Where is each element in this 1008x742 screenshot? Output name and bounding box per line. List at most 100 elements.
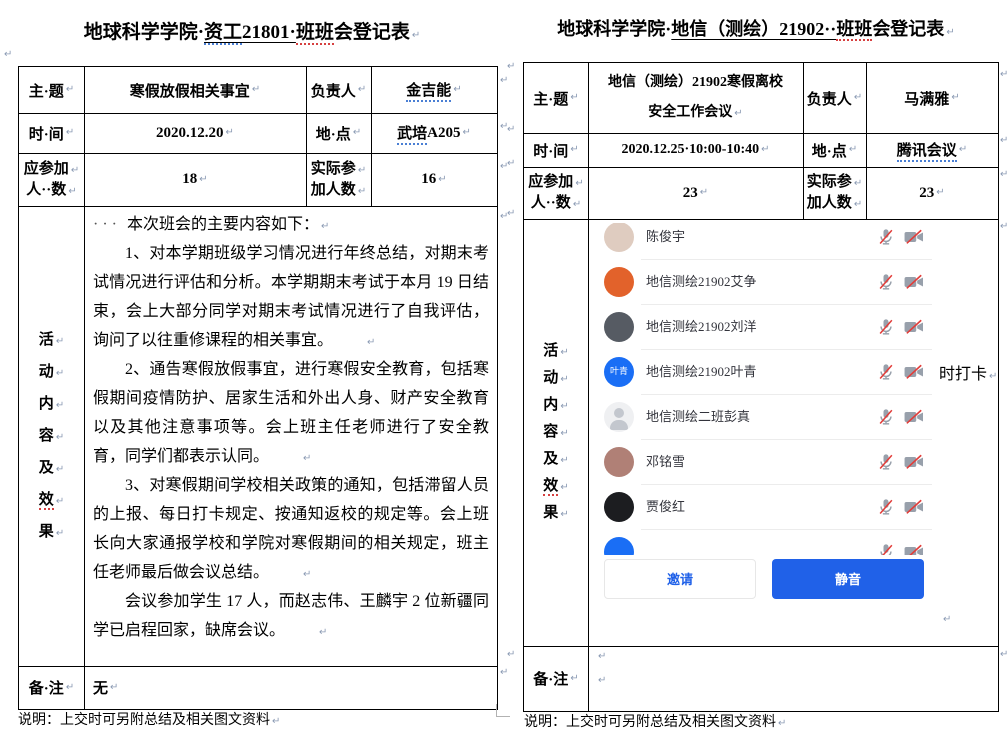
paragraph-mark-icon	[507, 650, 515, 660]
paragraph-mark-icon	[412, 31, 420, 41]
expected-value: 18	[182, 171, 197, 188]
paragraph-mark-icon	[570, 145, 578, 155]
right-footer-note: 说明：上交时可另附总结及相关图文资料	[524, 711, 786, 731]
place-value-part2: A205	[427, 125, 460, 142]
content-paragraph: 3、对寒假期间学校相关政策的通知，包括滞留人员的上报、每日打卡规定、按通知返校的…	[93, 471, 489, 587]
page-margin-corner-mark	[496, 704, 510, 717]
mic-muted-icon	[877, 273, 895, 291]
leader-value: 马满雅	[904, 88, 949, 109]
expected-label-cell: 应参加 人··数	[524, 167, 588, 219]
paragraph-mark-icon	[438, 175, 446, 185]
activity-label-char: 容	[543, 424, 558, 440]
paragraph-mark-icon	[598, 676, 606, 686]
subject-label-cell: 主·题	[19, 67, 84, 113]
paragraph-mark-icon	[56, 497, 64, 507]
time-value: 2020.12.25·10:00-10:40	[621, 142, 759, 158]
camera-off-icon	[903, 273, 925, 291]
content-paragraph: 会议参加学生 17 人，而赵志伟、王麟宇 2 位新疆同学已启程回家，缺席会议。	[93, 587, 489, 645]
end-of-row-mark-icon	[1000, 650, 1008, 660]
paragraph-mark-icon	[353, 128, 361, 138]
participant-row: 邓铭雪	[596, 439, 936, 484]
title-text: 地球科学学院·	[557, 19, 671, 39]
empty-paragraphs	[598, 652, 606, 686]
activity-label-cell: 活 动 内 容 及 效 果	[524, 219, 588, 646]
subject-label: 主·题	[29, 80, 64, 101]
place-label: 地·点	[812, 140, 847, 161]
participant-row: 贾俊红	[596, 484, 936, 529]
camera-off-icon	[903, 363, 925, 381]
camera-off-icon	[903, 228, 925, 246]
paragraph-mark-icon	[761, 145, 769, 155]
end-of-row-mark-icon	[1000, 70, 1008, 80]
paragraph-mark-icon	[226, 128, 234, 138]
avatar	[604, 537, 634, 556]
activity-label-char: 活	[39, 332, 54, 348]
expected-label-cell: 应参加 人··数	[19, 153, 84, 206]
title-spellcheck-word: 班班	[836, 19, 872, 41]
remark-value-cell	[588, 646, 998, 711]
paragraph-mark-icon	[570, 93, 578, 103]
place-label-cell: 地·点	[803, 133, 866, 167]
place-value-cell: 腾讯会议	[866, 133, 998, 167]
remark-label: 备·注	[533, 668, 568, 689]
mic-muted-icon	[877, 543, 895, 556]
participant-name: 地信测绘21902刘洋	[646, 312, 877, 341]
expected-label-line2: 人··数	[26, 182, 66, 198]
leader-label: 负责人	[807, 88, 852, 109]
leader-label-cell: 负责人	[306, 67, 371, 113]
activity-content-cell: ···本次班会的主要内容如下： 1、对本学期班级学习情况进行年终总结，对期末考试…	[84, 206, 497, 666]
paragraph-mark-icon	[358, 187, 366, 197]
camera-off-icon	[903, 408, 925, 426]
time-value: 2020.12.20	[156, 125, 224, 142]
time-label: 时·间	[533, 140, 568, 161]
activity-label-char: 及	[543, 451, 558, 467]
actual-value-cell: 23	[866, 167, 998, 219]
camera-off-icon	[903, 453, 925, 471]
title-text: 地球科学学院·	[84, 22, 204, 43]
actual-value-cell: 16	[371, 153, 497, 206]
place-value-part1: 武培	[397, 122, 427, 145]
paragraph-mark-icon	[560, 483, 568, 493]
subject-value-cell: 寒假放假相关事宜	[84, 67, 306, 113]
paragraph-mark-icon	[358, 166, 366, 176]
subject-label: 主·题	[533, 88, 568, 109]
mic-muted-icon	[877, 228, 895, 246]
actual-label-cell: 实际参 加人数	[803, 167, 866, 219]
title-class-number: 21801·	[242, 22, 296, 43]
actual-label-line2: 加人数	[311, 182, 356, 198]
participant-row: 陈俊宇	[596, 223, 936, 259]
end-of-row-mark-icon	[1000, 222, 1008, 232]
time-value-cell: 2020.12.20	[84, 113, 306, 153]
paragraph-mark-icon	[560, 348, 568, 358]
meeting-screenshot-image[interactable]: 陈俊宇 地信测绘21902艾争 地信测绘21902刘洋	[596, 223, 936, 633]
participant-name: 贾俊红	[646, 492, 877, 521]
participant-name: 地信测绘二班彭真	[646, 402, 877, 431]
remark-value-cell: 无	[84, 666, 497, 709]
actual-label-line2: 加人数	[807, 195, 852, 211]
word-document-two-page-view: 地球科学学院·资工21801·班班会登记表 主·题 寒假放假相关事宜 负责人 金…	[0, 0, 1008, 742]
activity-content-cell: 陈俊宇 地信测绘21902艾争 地信测绘21902刘洋	[588, 219, 998, 646]
paragraph-mark-icon	[199, 175, 207, 185]
participant-name: 陈俊宇	[646, 223, 877, 251]
title-suffix: 会登记表	[872, 19, 944, 39]
leader-value-cell: 金吉能	[371, 67, 497, 113]
expected-label-line2: 人··数	[531, 195, 571, 211]
paragraph-mark-icon	[358, 85, 366, 95]
invite-button[interactable]: 邀请	[604, 559, 756, 599]
paragraph-mark-icon	[507, 62, 515, 72]
subject-value-line1: 地信（测绘）21902寒假离校	[608, 75, 783, 90]
paragraph-mark-icon	[854, 179, 862, 189]
paragraph-mark-icon	[252, 85, 260, 95]
paragraph-mark-icon	[56, 369, 64, 379]
avatar	[604, 447, 634, 477]
paragraph-mark-icon	[573, 200, 581, 210]
avatar-initials: 叶青	[610, 357, 628, 386]
activity-label-char: 效	[543, 478, 558, 496]
paragraph-mark-icon	[71, 166, 79, 176]
activity-label-char: 及	[39, 460, 54, 476]
paragraph-mark-icon	[4, 50, 12, 60]
expected-value: 23	[683, 185, 698, 202]
mute-button[interactable]: 静音	[772, 559, 924, 599]
expected-value-cell: 23	[588, 167, 803, 219]
paragraph-mark-icon	[507, 125, 515, 135]
